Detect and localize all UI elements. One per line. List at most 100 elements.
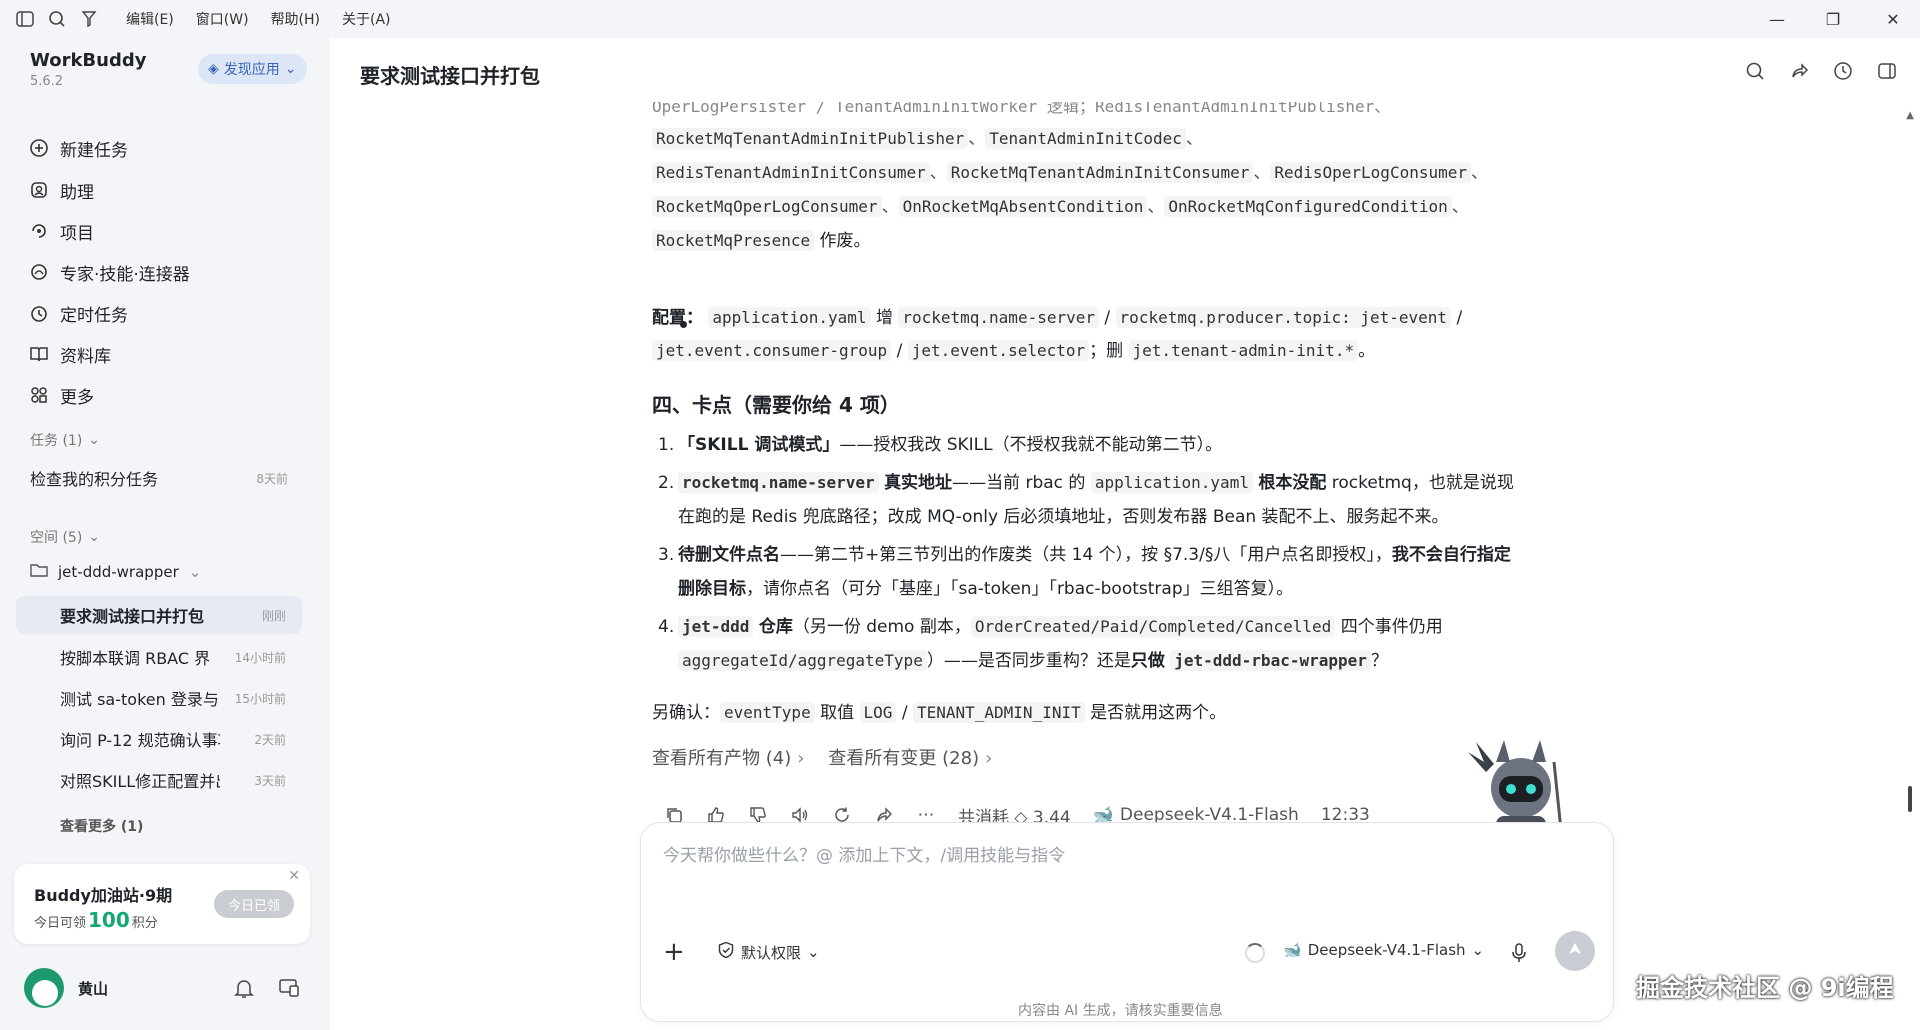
view-changes-link[interactable]: 查看所有变更 (28) › (828, 742, 992, 776)
nav-experts[interactable]: 专家·技能·连接器 (28, 256, 190, 288)
content-text: 取值 (820, 703, 855, 723)
conversation-item[interactable]: 对照SKILL修正配置并出 3天前 (16, 761, 302, 799)
project-icon (28, 220, 50, 242)
send-button[interactable] (1555, 931, 1595, 971)
list-text: 在跑的是 Redis 兜底路径；改成 MQ-only 后必须填地址，否则发布器 … (678, 507, 1449, 527)
conversation-time: 15小时前 (234, 691, 286, 706)
folder-jet-ddd-wrapper[interactable]: jet-ddd-wrapper ⌄ (30, 562, 201, 582)
nav-more[interactable]: 更多 (28, 379, 94, 411)
folder-name: jet-ddd-wrapper (58, 563, 179, 581)
content-text: rocketmq，也就是说现 (1331, 473, 1514, 493)
scroll-up-icon[interactable]: ▲ (1906, 110, 1914, 121)
config-label: 配置： (652, 308, 703, 328)
avatar[interactable] (24, 968, 64, 1008)
list-text: rocketmq.name-server 真实地址——当前 rbac 的 app… (678, 466, 1514, 500)
conversation-title: 按脚本联调 RBAC 界 (60, 649, 211, 668)
minimize-icon[interactable]: — (1766, 8, 1788, 30)
list-text: 待删文件点名——第二节+第三节列出的作废类（共 14 个），按 §7.3/§八「… (678, 538, 1511, 572)
nav-new-task[interactable]: 新建任务 (28, 132, 128, 164)
link-label: 查看所有产物 (4) (652, 748, 792, 769)
section-heading: 四、卡点（需要你给 4 项） (652, 393, 900, 417)
content-text: 是否就用这两个。 (1090, 703, 1227, 723)
menu-edit[interactable]: 编辑(E) (126, 9, 174, 29)
nav-label: 定时任务 (60, 305, 128, 326)
menu-about[interactable]: 关于(A) (342, 9, 391, 29)
permission-label: 默认权限 (741, 943, 802, 962)
code: jet-ddd (678, 616, 754, 637)
content-line: RocketMqOperLogConsumer、 OnRocketMqAbsent… (652, 190, 1469, 224)
book-icon (28, 343, 50, 365)
code: aggregateId/aggregateType (678, 650, 927, 671)
chevron-right-icon: › (985, 748, 993, 769)
promo-title: Buddy加油站·9期 (34, 886, 173, 905)
claim-button[interactable]: 今日已领 (214, 890, 294, 918)
folder-icon (30, 562, 48, 582)
bold-text: 根本没配 (1258, 473, 1327, 493)
promo-card: Buddy加油站·9期 今日可领 100 积分 今日已领 ✕ (14, 864, 310, 944)
close-icon[interactable]: ✕ (1882, 8, 1904, 30)
panel-toggle-icon[interactable] (1876, 60, 1898, 82)
filter-icon[interactable] (78, 8, 100, 30)
nav-label: 资料库 (60, 346, 111, 367)
clock-icon (28, 302, 50, 324)
search-icon[interactable] (1744, 60, 1766, 82)
code: rocketmq.name-server (898, 307, 1099, 328)
device-icon[interactable] (278, 977, 300, 1003)
menu-window[interactable]: 窗口(W) (196, 9, 249, 29)
conversation-item[interactable]: 测试 sa-token 登录与 15小时前 (16, 679, 302, 717)
assistant-icon (28, 179, 50, 201)
model-selector[interactable]: 🐋 Deepseek-V4.1-Flash ⌄ (1283, 941, 1484, 959)
see-more-link[interactable]: 查看更多 (1) (60, 816, 143, 836)
spaces-section-toggle[interactable]: 空间 (5) ⌄ (30, 527, 100, 547)
code: OrderCreated/Paid/Completed/Cancelled (970, 616, 1336, 637)
chevron-down-icon: ⌄ (88, 432, 101, 448)
menu-bar: 编辑(E) 窗口(W) 帮助(H) 关于(A) — ❐ ✕ (0, 0, 1920, 38)
code: application.yaml (708, 307, 871, 328)
nav-project[interactable]: 项目 (28, 215, 94, 247)
conversation-time: 2天前 (254, 732, 286, 747)
conversation-item[interactable]: 要求测试接口并打包 刚刚 (16, 596, 302, 634)
chevron-down-icon: ⌄ (1471, 941, 1485, 959)
close-icon[interactable]: ✕ (288, 868, 300, 884)
tasks-section-toggle[interactable]: 任务 (1) ⌄ (30, 430, 100, 450)
message-content: OperLogPersister / TenantAdminInitWorker… (652, 38, 1652, 808)
class-name: RocketMqTenantAdminInitConsumer (946, 162, 1254, 183)
send-arrow-icon (1566, 940, 1584, 962)
nav-library[interactable]: 资料库 (28, 338, 111, 370)
promo-subtitle: 今日可领 100 积分 (34, 908, 158, 932)
scrollbar-thumb[interactable] (1908, 786, 1912, 812)
conversation-time: 刚刚 (261, 608, 286, 623)
restore-icon[interactable]: ❐ (1822, 8, 1844, 30)
content-text: 增 (875, 308, 893, 328)
conversation-item[interactable]: 询问 P-12 规范确认事项 2天前 (16, 720, 302, 758)
list-text: jet-ddd 仓库（另一份 demo 副本， OrderCreated/Paid… (678, 610, 1443, 644)
list-number: 1. (658, 435, 675, 455)
menu-help[interactable]: 帮助(H) (271, 9, 320, 29)
permission-selector[interactable]: 默认权限 ⌄ (717, 941, 820, 963)
microphone-icon[interactable] (1511, 943, 1527, 967)
discover-apps-button[interactable]: ◈ 发现应用 ⌄ (198, 54, 307, 84)
chat-input[interactable]: 今天帮你做些什么？@ 添加上下文，/调用技能与指令 (663, 841, 1065, 866)
list-number: 4. (658, 617, 675, 637)
sidebar-toggle-icon[interactable] (14, 8, 36, 30)
bell-icon[interactable] (234, 977, 254, 1003)
view-artifacts-link[interactable]: 查看所有产物 (4) › (652, 742, 804, 776)
search-icon[interactable] (46, 8, 68, 30)
share-icon[interactable] (1788, 60, 1810, 82)
task-item[interactable]: 检查我的积分任务 8天前 (30, 466, 288, 490)
nav-assistant[interactable]: 助理 (28, 174, 94, 206)
content-line: RedisTenantAdminInitConsumer、 RocketMqTen… (652, 156, 1488, 190)
content-text: ——当前 rbac 的 (952, 473, 1086, 493)
artifact-links: 查看所有产物 (4) › 查看所有变更 (28) › (652, 742, 992, 776)
user-name: 黄山 (78, 979, 109, 998)
class-name: RocketMqOperLogConsumer (652, 196, 882, 217)
bold-text: 删除目标 (678, 579, 746, 599)
content-text: ；删 (1089, 341, 1124, 361)
conversation-time: 14小时前 (234, 650, 286, 665)
add-attachment-icon[interactable]: + (663, 937, 685, 967)
expert-icon (28, 261, 50, 283)
nav-scheduled[interactable]: 定时任务 (28, 297, 128, 329)
history-icon[interactable] (1832, 60, 1854, 82)
conversation-item[interactable]: 按脚本联调 RBAC 界 14小时前 (16, 638, 302, 676)
nav-label: 更多 (60, 387, 94, 408)
